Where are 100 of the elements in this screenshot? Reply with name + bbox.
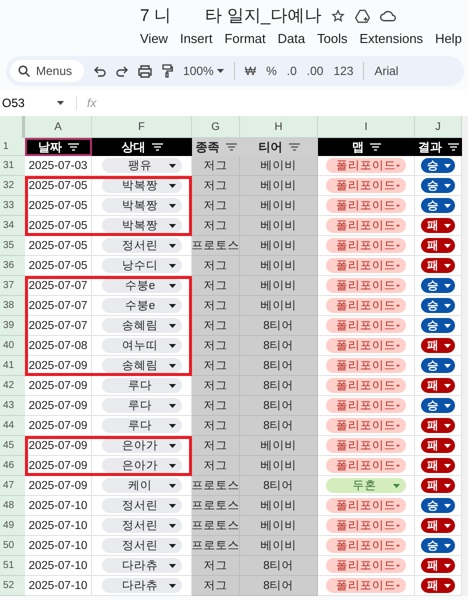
result-dropdown[interactable]: 패 (421, 378, 455, 393)
map-dropdown[interactable]: 폴리포이드 (326, 558, 406, 573)
star-icon[interactable] (331, 8, 346, 22)
font-dropdown[interactable]: Arial (374, 64, 398, 78)
result-dropdown[interactable]: 승 (421, 278, 455, 293)
map-dropdown[interactable]: 폴리포이드 (326, 238, 406, 253)
decrease-decimal-button[interactable]: .0 (286, 64, 297, 78)
menu-item[interactable]: Format (224, 31, 266, 46)
menu-item[interactable]: Help (435, 31, 462, 46)
result-dropdown[interactable]: 승 (421, 158, 455, 173)
opponent-dropdown[interactable]: 은아가 (102, 438, 182, 453)
result-dropdown[interactable]: 패 (421, 238, 455, 253)
result-dropdown[interactable]: 패 (421, 258, 455, 273)
result-dropdown[interactable]: 승 (421, 358, 455, 373)
result-dropdown[interactable]: 승 (421, 298, 455, 313)
increase-decimal-button[interactable]: .00 (306, 64, 324, 78)
result-dropdown[interactable]: 승 (421, 318, 455, 333)
race-cell: 저그 (192, 336, 240, 356)
map-dropdown[interactable]: 폴리포이드 (326, 358, 406, 373)
number-format-button[interactable]: 123 (333, 64, 354, 78)
opponent-dropdown[interactable]: 은아가 (102, 458, 182, 473)
result-dropdown[interactable]: 승 (421, 398, 455, 413)
tier-cell: 8티어 (240, 356, 318, 376)
opponent-dropdown[interactable]: 정서린 (102, 518, 182, 533)
map-dropdown[interactable]: 폴리포이드 (326, 158, 406, 173)
opponent-dropdown[interactable]: 박복짱 (102, 178, 182, 193)
scrollbar-track[interactable] (462, 116, 468, 596)
column-header[interactable]: A (25, 116, 92, 138)
map-dropdown[interactable]: 폴리포이드 (326, 498, 406, 513)
map-dropdown[interactable]: 폴리포이드 (326, 578, 406, 593)
percent-button[interactable]: % (266, 64, 277, 78)
menu-item[interactable]: View (140, 31, 168, 46)
opponent-dropdown[interactable]: 낭수디 (102, 258, 182, 273)
map-dropdown[interactable]: 폴리포이드 (326, 178, 406, 193)
map-dropdown[interactable]: 폴리포이드 (326, 218, 406, 233)
column-header[interactable]: I (318, 116, 415, 138)
opponent-dropdown[interactable]: 팽유 (102, 158, 182, 173)
map-dropdown[interactable]: 폴리포이드 (326, 538, 406, 553)
map-dropdown[interactable]: 두혼 (326, 478, 406, 493)
map-dropdown[interactable]: 폴리포이드 (326, 518, 406, 533)
result-dropdown[interactable]: 패 (421, 438, 455, 453)
result-dropdown[interactable]: 패 (421, 458, 455, 473)
map-dropdown[interactable]: 폴리포이드 (326, 278, 406, 293)
map-dropdown[interactable]: 폴리포이드 (326, 398, 406, 413)
result-dropdown[interactable]: 패 (421, 518, 455, 533)
zoom-dropdown[interactable]: 100% (183, 64, 224, 78)
result-dropdown[interactable]: 패 (421, 218, 455, 233)
result-dropdown[interactable]: 패 (421, 478, 455, 493)
result-dropdown[interactable]: 패 (421, 558, 455, 573)
column-header[interactable]: F (92, 116, 192, 138)
map-dropdown[interactable]: 폴리포이드 (326, 258, 406, 273)
map-dropdown[interactable]: 폴리포이드 (326, 438, 406, 453)
paint-format-icon[interactable] (162, 64, 174, 78)
opponent-dropdown[interactable]: 루다 (102, 378, 182, 393)
opponent-dropdown[interactable]: 수붕e (102, 278, 182, 293)
opponent-dropdown[interactable]: 루다 (102, 418, 182, 433)
column-header[interactable]: H (240, 116, 318, 138)
opponent-dropdown[interactable]: 송혜림 (102, 358, 182, 373)
menu-item[interactable]: Tools (317, 31, 348, 46)
print-icon[interactable] (138, 64, 152, 78)
column-header[interactable]: J (415, 116, 462, 138)
currency-button[interactable]: ₩ (244, 64, 256, 78)
opponent-dropdown[interactable]: 정서린 (102, 498, 182, 513)
result-dropdown[interactable]: 승 (421, 538, 455, 553)
undo-icon[interactable] (94, 66, 106, 76)
opponent-dropdown[interactable]: 박복짱 (102, 218, 182, 233)
result-dropdown[interactable]: 승 (421, 498, 455, 513)
map-dropdown[interactable]: 폴리포이드 (326, 418, 406, 433)
map-dropdown[interactable]: 폴리포이드 (326, 338, 406, 353)
menu-item[interactable]: Data (278, 31, 306, 46)
map-dropdown[interactable]: 폴리포이드 (326, 198, 406, 213)
drive-icon[interactable] (355, 8, 370, 22)
opponent-dropdown[interactable]: 송혜림 (102, 318, 182, 333)
opponent-dropdown[interactable]: 케이 (102, 478, 182, 493)
result-dropdown[interactable]: 승 (421, 178, 455, 193)
map-dropdown[interactable]: 폴리포이드 (326, 298, 406, 313)
column-header[interactable]: G (192, 116, 240, 138)
opponent-dropdown[interactable]: 다라츄 (102, 578, 182, 593)
opponent-dropdown[interactable]: 수붕e (102, 298, 182, 313)
opponent-dropdown[interactable]: 정서린 (102, 238, 182, 253)
result-dropdown[interactable]: 승 (421, 198, 455, 213)
name-box[interactable]: O53 (0, 96, 72, 110)
race-cell: 저그 (192, 376, 240, 396)
result-dropdown[interactable]: 패 (421, 578, 455, 593)
menu-search-field[interactable]: Menus (10, 60, 84, 82)
menu-item[interactable]: Insert (180, 31, 212, 46)
row-number: 48 (0, 496, 25, 516)
map-dropdown[interactable]: 폴리포이드 (326, 318, 406, 333)
result-dropdown[interactable]: 패 (421, 338, 455, 353)
opponent-dropdown[interactable]: 박복짱 (102, 198, 182, 213)
opponent-dropdown[interactable]: 루다 (102, 398, 182, 413)
map-dropdown[interactable]: 폴리포이드 (326, 458, 406, 473)
opponent-dropdown[interactable]: 정서린 (102, 538, 182, 553)
opponent-dropdown[interactable]: 다라츄 (102, 558, 182, 573)
menu-item[interactable]: Extensions (359, 31, 424, 46)
cloud-icon[interactable] (380, 10, 396, 22)
map-dropdown[interactable]: 폴리포이드 (326, 378, 406, 393)
redo-icon[interactable] (116, 66, 128, 76)
result-dropdown[interactable]: 패 (421, 418, 455, 433)
opponent-dropdown[interactable]: 여누띠 (102, 338, 182, 353)
